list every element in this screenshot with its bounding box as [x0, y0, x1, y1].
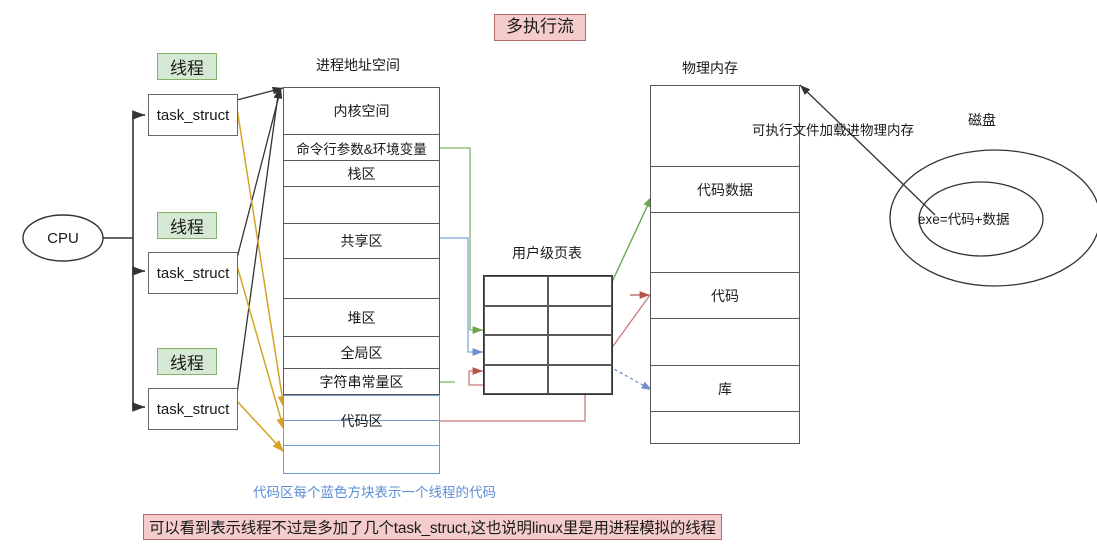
thread-3-to-address-space: [236, 87, 282, 395]
shared-row-to-page-table: [440, 237, 483, 356]
thread-tag-3: 线程: [157, 348, 217, 375]
exe-load-label: 可执行文件加载进物理内存: [752, 123, 914, 138]
page-table-cell: [484, 305, 548, 335]
page-table-cell: [548, 364, 612, 394]
thread-3-to-code-block: [235, 399, 285, 453]
task-struct-box-3[interactable]: task_struct: [148, 388, 238, 430]
thread-2-to-address-space: [236, 87, 283, 259]
address-space-row-stack: 栈区: [283, 161, 440, 187]
physical-memory-row-lib: 库: [650, 366, 800, 412]
physical-memory-row-3: [650, 213, 800, 273]
page-title-banner: 多执行流: [494, 14, 586, 41]
page-table-cell: [484, 276, 548, 306]
task-struct-box-1[interactable]: task_struct: [148, 94, 238, 136]
page-table-grid: [483, 275, 613, 395]
address-space-row-heap: 堆区: [283, 299, 440, 337]
code-region-label: 代码区: [340, 413, 383, 429]
diagram-canvas: 多执行流 CPU 线程 task_struct 线程 task_struct 线…: [0, 0, 1097, 545]
thread-1-to-code-block: [235, 101, 287, 409]
thread-tag-2: 线程: [157, 212, 217, 239]
physical-memory-title: 物理内存: [682, 60, 738, 76]
address-space-title: 进程地址空间: [316, 57, 400, 73]
code-block-3: [283, 446, 440, 474]
args-row-to-page-table: [440, 147, 483, 334]
page-table-cell: [548, 335, 612, 365]
disk-exe-label: exe=代码+数据: [918, 212, 1010, 227]
address-space-row-stack-gap: [283, 187, 440, 224]
cpu-label: CPU: [47, 229, 79, 247]
thread-tag-1: 线程: [157, 53, 217, 80]
disk-title: 磁盘: [968, 112, 996, 128]
page-table-cell: [548, 276, 612, 306]
page-table-title: 用户级页表: [512, 245, 582, 261]
address-space-row-kernel: 内核空间: [283, 87, 440, 135]
address-space-row-heap-gap: [283, 259, 440, 299]
page-table-cell: [548, 305, 612, 335]
thread-2-to-code-block: [235, 261, 286, 431]
address-space-row-rodata: 字符串常量区: [283, 369, 440, 395]
thread-1-to-address-space: [236, 86, 284, 101]
exe-load-arrow: [799, 84, 936, 216]
code-region-caption: 代码区每个蓝色方块表示一个线程的代码: [253, 485, 496, 500]
physical-memory-row-5: [650, 319, 800, 366]
conclusion-banner: 可以看到表示线程不过是多加了几个task_struct,这也说明linux里是用…: [143, 514, 722, 540]
page-table-cell: [484, 335, 548, 365]
physical-memory-row-code: 代码: [650, 273, 800, 319]
physical-memory-row-code-data: 代码数据: [650, 167, 800, 213]
page-table-cell: [484, 364, 548, 394]
address-space-row-args-env: 命令行参数&环境变量: [283, 135, 440, 161]
address-space-row-global: 全局区: [283, 337, 440, 369]
address-space-row-shared: 共享区: [283, 224, 440, 259]
task-struct-box-2[interactable]: task_struct: [148, 252, 238, 294]
physical-memory-row-7: [650, 412, 800, 444]
